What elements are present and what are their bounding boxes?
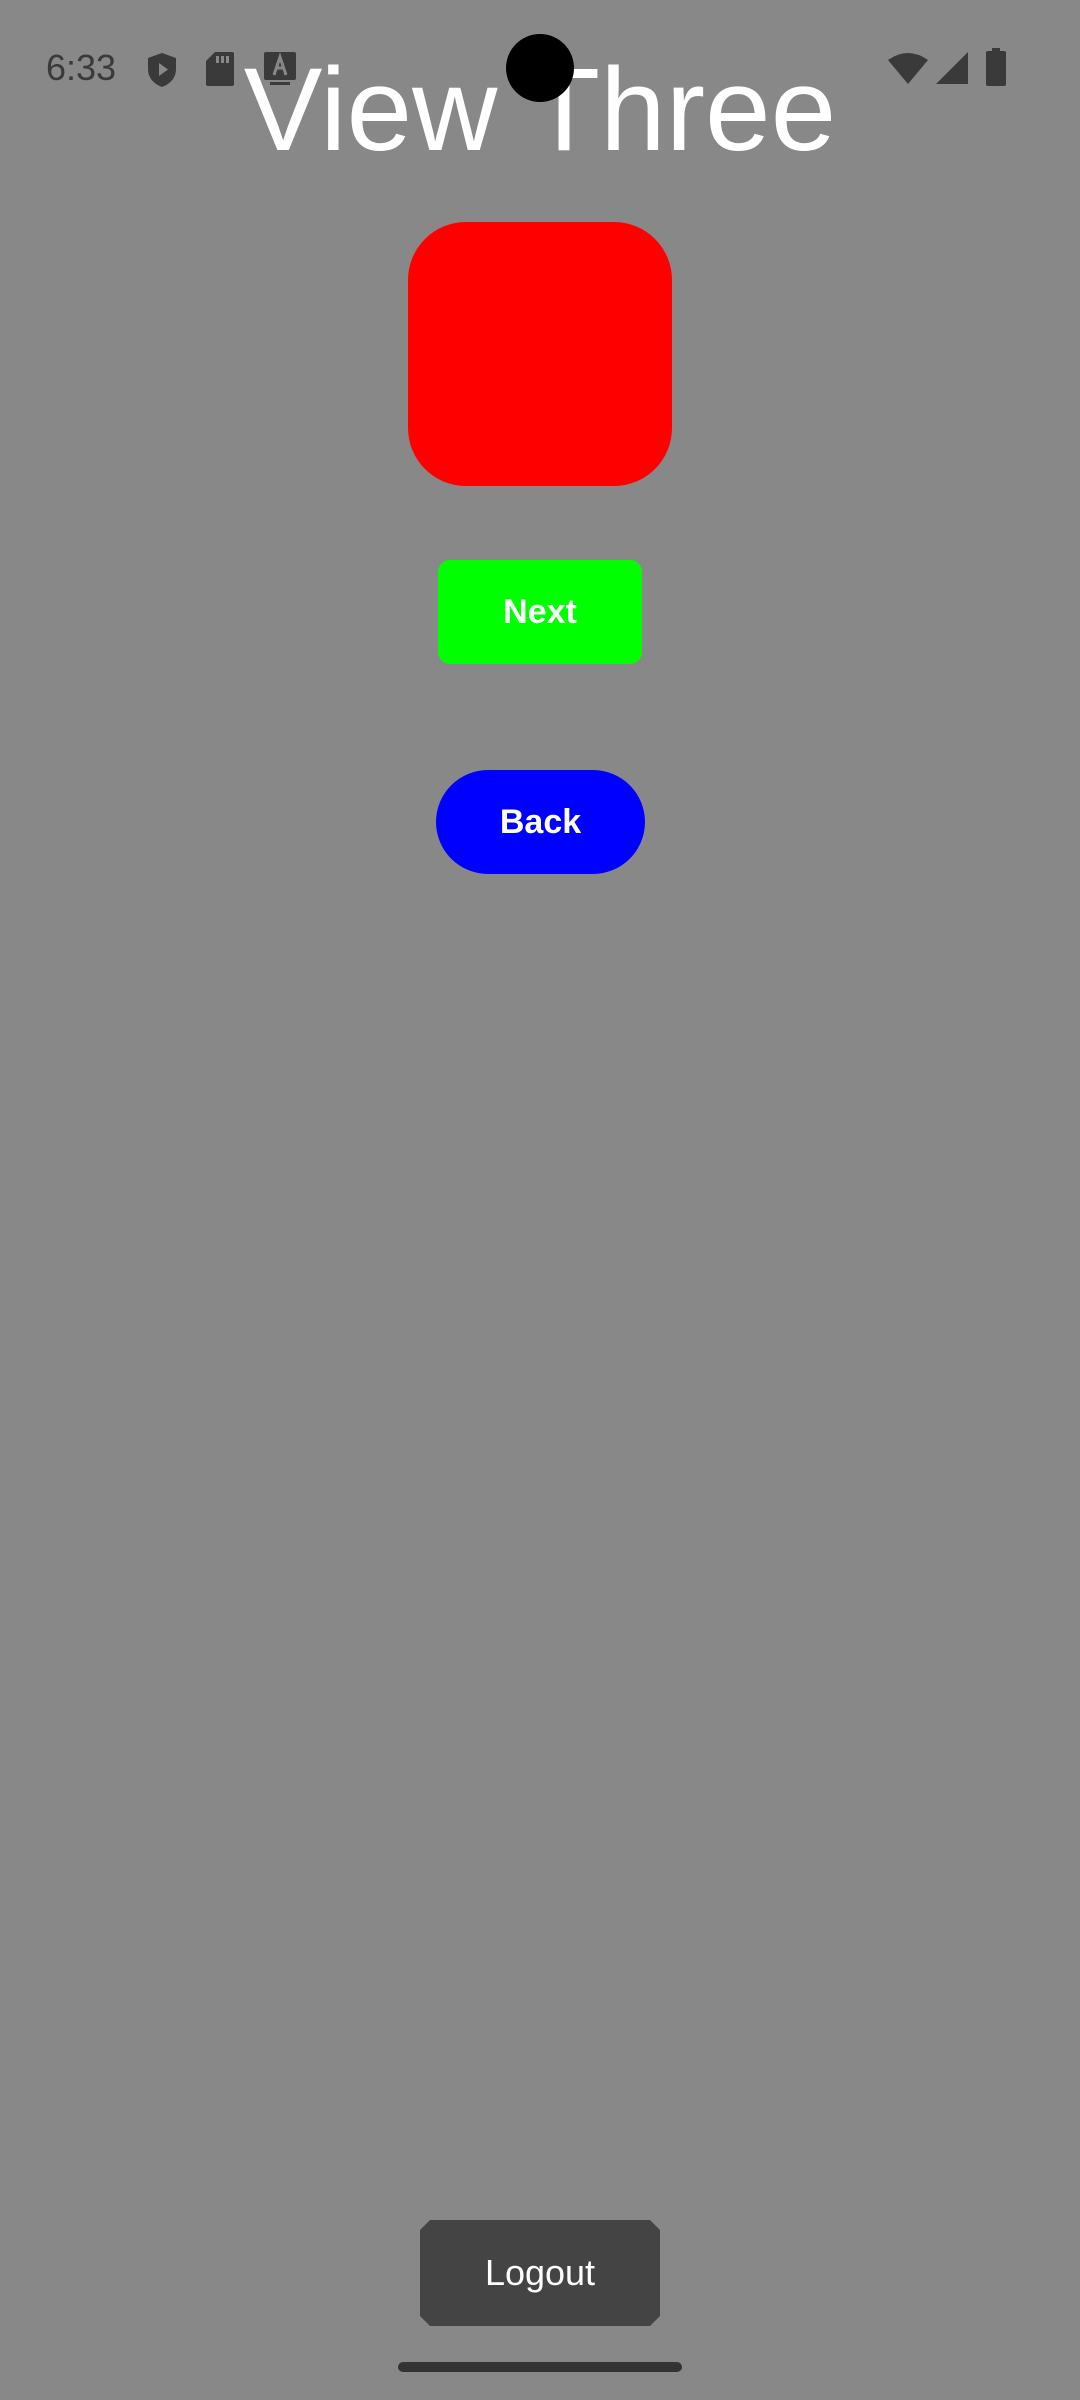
camera-cutout [506, 34, 574, 102]
next-button[interactable]: Next [438, 560, 642, 664]
back-button[interactable]: Back [436, 770, 645, 874]
back-button-label: Back [499, 802, 582, 841]
red-box [408, 222, 672, 486]
logout-button-label: Logout [484, 2252, 596, 2293]
home-indicator[interactable] [398, 2362, 682, 2372]
logout-button[interactable]: Logout [420, 2220, 660, 2326]
next-button-label: Next [503, 592, 577, 631]
